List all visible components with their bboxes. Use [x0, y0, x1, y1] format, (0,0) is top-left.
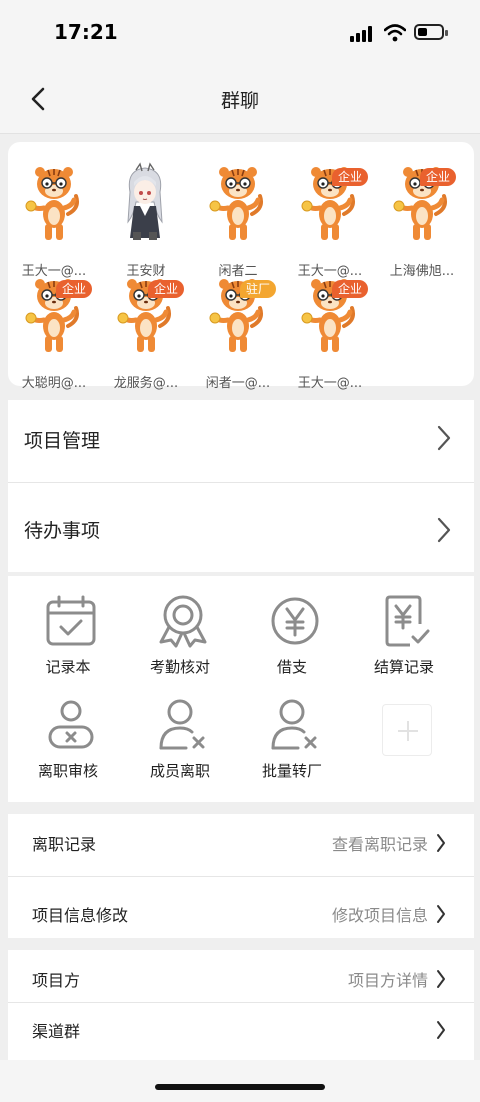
tool-settlement[interactable]: 结算记录: [348, 580, 460, 680]
member-item[interactable]: 闲者二: [192, 162, 284, 279]
channel-group-label: 渠道群: [32, 1022, 81, 1041]
members-grid: 王大一@... 王安财 闲者二 企业 王大一@... 企业 上海佛旭... 企业…: [8, 142, 474, 391]
member-name: 闲者一@...: [205, 376, 271, 391]
project-management-label: 项目管理: [24, 430, 101, 452]
resign-record-value: 查看离职记录: [331, 835, 428, 854]
member-name: 王大一@...: [297, 376, 363, 391]
tool-member-resign[interactable]: 成员离职: [124, 684, 236, 784]
resign-record-row[interactable]: 离职记录 查看离职记录: [8, 814, 474, 874]
chevron-right-icon: [437, 905, 445, 923]
tool-label: 记录本: [45, 658, 91, 676]
tool-batch-transfer[interactable]: 批量转厂: [236, 684, 348, 784]
divider: [8, 1002, 474, 1003]
tool-label: 成员离职: [149, 762, 210, 780]
tool-label: 借支: [276, 658, 307, 676]
chevron-right-icon: [437, 425, 451, 451]
tool-label: 离职审核: [37, 762, 98, 780]
member-item[interactable]: 企业 王大一@...: [284, 162, 376, 279]
nav-bar: 群聊: [0, 66, 480, 134]
member-name: 大聪明@...: [21, 376, 87, 391]
project-edit-label: 项目信息修改: [32, 906, 129, 925]
wifi-icon: [384, 24, 406, 42]
tool-label: 考勤核对: [149, 658, 210, 676]
tool-label: 批量转厂: [261, 762, 322, 780]
member-item[interactable]: 王大一@...: [8, 162, 100, 279]
cellular-signal-icon: [350, 26, 376, 42]
member-name: 龙服务@...: [113, 376, 179, 391]
tool-loan[interactable]: 借支: [236, 580, 348, 680]
anime-avatar-icon: [116, 162, 174, 244]
user-remove-icon: [159, 699, 205, 750]
user-x-icon: [48, 700, 94, 749]
status-time: 17:21: [54, 20, 118, 44]
project-edit-row[interactable]: 项目信息修改 修改项目信息: [8, 878, 474, 938]
chevron-right-icon: [437, 834, 445, 852]
medal-icon: [159, 595, 207, 648]
tool-add[interactable]: [348, 684, 460, 784]
company-badge: 企业: [332, 280, 369, 298]
tool-label: 结算记录: [373, 658, 434, 676]
project-party-value: 项目方详情: [347, 971, 428, 990]
project-party-row[interactable]: 项目方 项目方详情: [8, 950, 474, 1010]
resign-record-label: 离职记录: [32, 835, 97, 854]
company-badge: 企业: [332, 168, 369, 186]
todo-label: 待办事项: [24, 520, 101, 542]
company-badge: 企业: [148, 280, 185, 298]
chevron-right-icon: [437, 1021, 445, 1039]
tool-resign-review[interactable]: 离职审核: [12, 684, 124, 784]
calendar-check-icon: [46, 595, 96, 646]
battery-icon: [414, 24, 448, 40]
project-management-row[interactable]: 项目管理: [8, 400, 474, 486]
todo-row[interactable]: 待办事项: [8, 486, 474, 572]
yen-document-icon: [385, 595, 430, 647]
chevron-right-icon: [437, 970, 445, 988]
company-badge: 企业: [56, 280, 93, 298]
chevron-right-icon: [437, 517, 451, 543]
page-title: 群聊: [220, 90, 259, 112]
member-item[interactable]: 驻厂 闲者一@...: [192, 274, 284, 391]
add-tool-button[interactable]: [382, 704, 432, 756]
channel-group-row[interactable]: 渠道群: [8, 1004, 474, 1064]
yen-circle-icon: [271, 597, 319, 645]
home-indicator[interactable]: [155, 1084, 325, 1090]
party-section: 项目方 项目方详情 渠道群: [8, 950, 474, 1060]
company-badge: 企业: [420, 168, 457, 186]
user-transfer-icon: [271, 699, 317, 750]
resident-badge: 驻厂: [240, 280, 277, 298]
project-edit-value: 修改项目信息: [331, 906, 428, 925]
tool-notebook[interactable]: 记录本: [12, 580, 124, 680]
member-item[interactable]: 企业 龙服务@...: [100, 274, 192, 391]
member-item[interactable]: 企业 大聪明@...: [8, 274, 100, 391]
home-area: [0, 1060, 480, 1102]
divider: [8, 876, 474, 877]
member-item[interactable]: 企业 王大一@...: [284, 274, 376, 391]
plus-icon: [398, 721, 418, 741]
divider: [8, 482, 474, 483]
member-name: 上海佛旭...: [389, 264, 455, 279]
project-party-label: 项目方: [32, 971, 81, 990]
status-bar: 17:21: [0, 0, 480, 66]
tools-grid: 记录本 考勤核对 借支 结算记录 离职审核 成员离职 批量转厂: [8, 576, 474, 802]
member-item[interactable]: 企业 上海佛旭...: [376, 162, 468, 279]
tiger-avatar-icon: [208, 162, 266, 244]
tiger-avatar-icon: [24, 162, 82, 244]
member-item[interactable]: 王安财: [100, 162, 192, 279]
tool-attendance[interactable]: 考勤核对: [124, 580, 236, 680]
records-section: 离职记录 查看离职记录 项目信息修改 修改项目信息: [8, 814, 474, 938]
